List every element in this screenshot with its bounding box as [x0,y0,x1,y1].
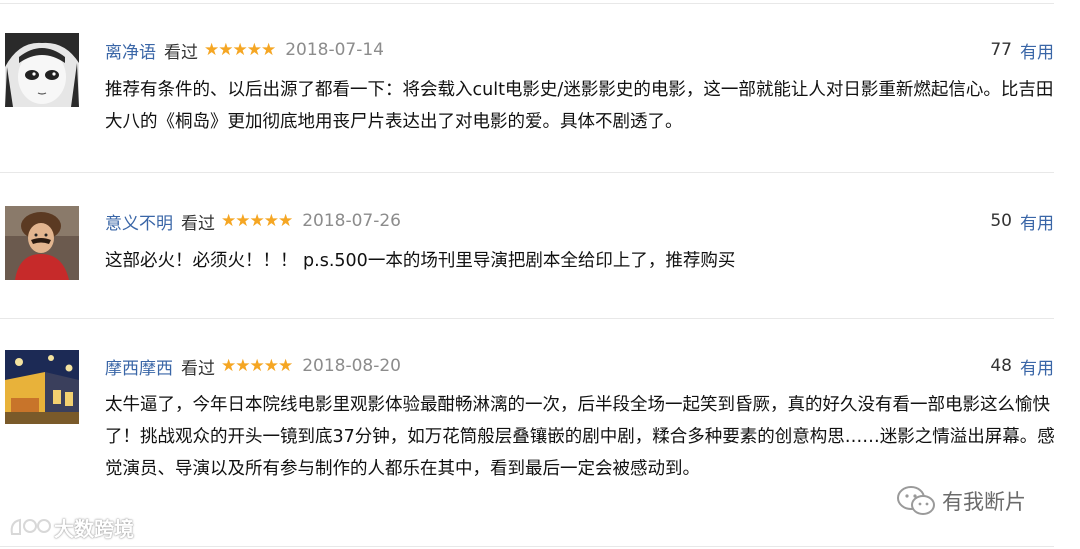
divider [0,3,1054,4]
useful-button[interactable]: 有用 [1020,354,1054,379]
divider [0,172,1054,173]
wechat-icon [897,486,935,515]
vote-area: 48 有用 [990,352,1054,380]
username-link[interactable]: 意义不明 [105,209,173,234]
review-text: 太牛逼了，今年日本院线电影里观影体验最酣畅淋漓的一次，后半段全场一起笑到昏厥，真… [105,395,1055,479]
avatar[interactable] [5,350,79,424]
vote-area: 77 有用 [990,36,1054,64]
review-date: 2018-08-20 [302,356,401,376]
avatar[interactable] [5,33,79,107]
review-header: 离净语 看过 ★★★★★ 2018-07-14 [105,36,384,64]
divider [0,546,1054,547]
watermark-right: 有我断片 [896,484,1026,518]
avatar[interactable] [5,206,79,280]
watch-status: 看过 [181,358,215,379]
useful-count: 77 [990,40,1012,60]
divider [0,318,1054,319]
useful-button[interactable]: 有用 [1020,209,1054,234]
rating-stars-icon: ★★★★★ [221,211,293,231]
rating-stars-icon: ★★★★★ [221,356,293,376]
useful-count: 48 [990,356,1012,376]
review-header: 意义不明 看过 ★★★★★ 2018-07-26 [105,207,401,235]
watermark-left: 大数跨境 [8,513,134,542]
vote-area: 50 有用 [990,207,1054,235]
review-date: 2018-07-14 [285,40,384,60]
review-date: 2018-07-26 [302,211,401,231]
review-header: 摩西摩西 看过 ★★★★★ 2018-08-20 [105,352,401,380]
watch-status: 看过 [164,42,198,63]
useful-count: 50 [990,211,1012,231]
useful-button[interactable]: 有用 [1020,38,1054,63]
username-link[interactable]: 离净语 [105,38,156,63]
watermark-text: 有我断片 [942,490,1026,514]
watermark-text: 大数跨境 [54,517,134,541]
watch-status: 看过 [181,213,215,234]
rating-stars-icon: ★★★★★ [204,40,276,60]
username-link[interactable]: 摩西摩西 [105,354,173,379]
review-text: 这部必火！必须火！！！ p.s.500一本的场刊里导演把剧本全给印上了，推荐购买 [105,251,736,271]
watermark-logo-icon [10,518,51,535]
review-text: 推荐有条件的、以后出源了都看一下：将会载入cult电影史/迷影影史的电影，这一部… [105,80,1054,132]
